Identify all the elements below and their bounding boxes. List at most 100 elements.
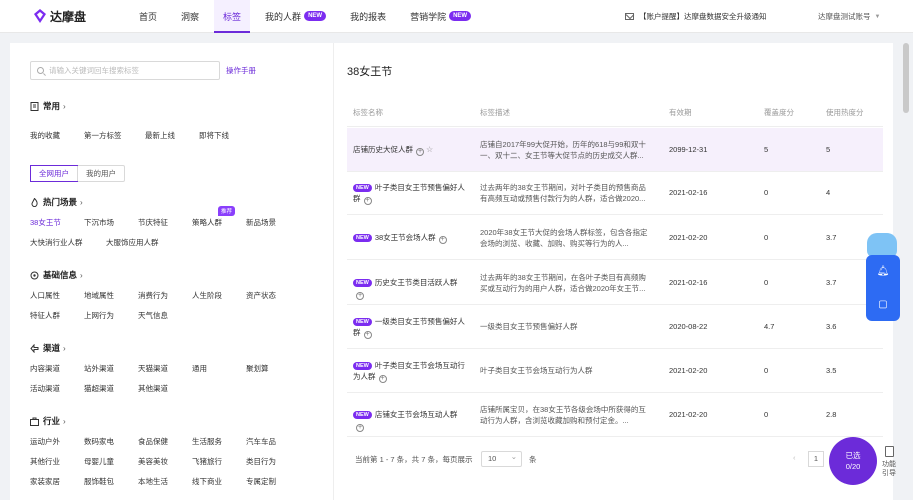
tag-item[interactable]: 即将下线 xyxy=(199,130,241,141)
tag-item[interactable]: 第一方标签 xyxy=(84,130,133,141)
tag-item[interactable]: 大快消行业人群 xyxy=(30,237,94,248)
page-1-button[interactable]: 1 xyxy=(808,451,824,467)
assistant-robot-icon[interactable] xyxy=(867,233,897,257)
main-nav: 首页 洞察 标签 我的人群 NEW 我的报表 营销学院 NEW xyxy=(130,0,486,33)
tag-item[interactable]: 新品场景 xyxy=(246,217,288,228)
add-icon[interactable]: + xyxy=(416,148,424,156)
bell-icon[interactable]: 🔔︎ xyxy=(877,266,890,277)
tag-item[interactable]: 母婴儿童 xyxy=(84,456,126,467)
tag-item[interactable]: 人生阶段 xyxy=(192,290,234,301)
table-row[interactable]: NEW 历史女王节类目活跃人群 + 过去两年的38女王节期间，在各叶子类目有高频购买或… xyxy=(347,261,883,305)
tag-item[interactable]: 站外渠道 xyxy=(84,363,126,374)
tag-item[interactable]: 美容美妆 xyxy=(138,456,180,467)
document-icon xyxy=(884,446,894,457)
tag-item[interactable]: 策略人群 推荐 xyxy=(192,206,236,228)
tag-search-input[interactable]: 请输入关键词回车搜索标签 xyxy=(30,61,220,80)
tag-item[interactable]: 人口属性 xyxy=(30,290,72,301)
basic-title[interactable]: 基础信息 › xyxy=(30,269,288,281)
tag-item[interactable]: 活动渠道 xyxy=(30,383,72,394)
nav-item-1[interactable]: 洞察 xyxy=(172,0,208,33)
tag-desc: 过去两年的38女王节期间，在各叶子类目有高频购买或互动行为的用户人群，适合做20… xyxy=(480,273,646,293)
prev-page-button[interactable]: ‹ xyxy=(793,453,796,462)
scope-all-users[interactable]: 全网用户 xyxy=(30,165,78,182)
tag-item[interactable]: 内容渠道 xyxy=(30,363,72,374)
tag-item[interactable]: 其他渠道 xyxy=(138,383,180,394)
tag-name-cell: NEW 历史女王节类目活跃人群 + xyxy=(353,277,468,300)
tag-item[interactable]: 汽车车品 xyxy=(246,436,288,447)
pagination: 当前第 1 - 7 条，共 7 条，每页展示 10 条 ‹ 1 xyxy=(347,450,883,469)
add-icon[interactable]: + xyxy=(378,375,387,383)
hot-title[interactable]: 热门场景 › xyxy=(30,196,288,208)
tag-desc: 过去两年的38女王节期间，对叶子类目的预售商品有高频互动或预售付款行为的人群，适… xyxy=(480,183,646,203)
tag-item[interactable]: 数码家电 xyxy=(84,436,126,447)
tag-item[interactable]: 线下商业 xyxy=(192,476,234,487)
tag-name-cell: NEW 38女王节会场人群 + xyxy=(353,232,468,244)
table-row[interactable]: NEW 一级类目女王节预售偏好人群 + 一级类目女王节预售偏好人群 2020-08-22… xyxy=(347,305,883,349)
add-icon[interactable]: + xyxy=(356,424,364,432)
security-notice[interactable]: 【账户提醒】达摩盘数据安全升级通知 xyxy=(625,0,767,33)
feature-guide-button[interactable]: 功能 引导 xyxy=(877,446,901,478)
tag-item[interactable]: 节庆特征 xyxy=(138,217,180,228)
channel-title[interactable]: 渠道 › xyxy=(30,342,288,354)
tag-name[interactable]: 历史女王节类目活跃人群 xyxy=(375,278,458,287)
nav-item-3[interactable]: 我的人群 NEW xyxy=(256,0,335,33)
chat-icon[interactable]: ▢ xyxy=(878,299,887,310)
tag-item[interactable]: 大服饰应用人群 xyxy=(106,237,170,248)
tag-item[interactable]: 消费行为 xyxy=(138,290,180,301)
tag-item[interactable]: 最新上线 xyxy=(145,130,187,141)
tag-item[interactable]: 家装家居 xyxy=(30,476,72,487)
nav-item-5[interactable]: 营销学院 NEW xyxy=(401,0,480,33)
tag-item[interactable]: 资产状态 xyxy=(246,290,288,301)
add-icon[interactable]: + xyxy=(363,331,372,339)
tag-item[interactable]: 运动户外 xyxy=(30,436,72,447)
tag-name[interactable]: 38女王节会场人群 xyxy=(375,233,436,242)
tag-item[interactable]: 生活服务 xyxy=(192,436,234,447)
add-icon[interactable]: + xyxy=(363,197,372,205)
tag-name[interactable]: 店铺女王节会场互动人群 xyxy=(375,410,458,419)
scope-my-users[interactable]: 我的用户 xyxy=(77,166,124,181)
brand-logo[interactable]: 达摩盘 xyxy=(34,8,130,25)
table-row[interactable]: NEW 叶子类目女王节预售偏好人群 + 过去两年的38女王节期间，对叶子类目的预售商品… xyxy=(347,171,883,215)
new-badge: NEW xyxy=(353,279,372,287)
industry-title[interactable]: 行业 › xyxy=(30,415,288,427)
add-icon[interactable]: + xyxy=(356,292,364,300)
tag-item[interactable]: 上网行为 xyxy=(84,310,126,321)
tag-item[interactable]: 本地生活 xyxy=(138,476,180,487)
tag-name-cell: NEW 叶子类目女王节会场互动行为人群 + xyxy=(353,360,468,383)
tag-item[interactable]: 聚划算 xyxy=(246,363,288,374)
tag-item[interactable]: 猫超渠道 xyxy=(84,383,126,394)
manual-link[interactable]: 操作手册 xyxy=(226,65,256,76)
add-icon[interactable]: + xyxy=(438,236,447,244)
nav-item-0[interactable]: 首页 xyxy=(130,0,166,33)
table-row[interactable]: NEW 店铺女王节会场互动人群 + 店铺所属宝贝，在38女王节各级会场中所获得的互动行… xyxy=(347,393,883,437)
tag-item[interactable]: 天猫渠道 xyxy=(138,363,180,374)
tag-item[interactable]: 飞猪旅行 xyxy=(192,456,234,467)
tag-item[interactable]: 天气信息 xyxy=(138,310,180,321)
table-row[interactable]: NEW 叶子类目女王节会场互动行为人群 + 叶子类目女王节会场互动行为人群 2021-0… xyxy=(347,349,883,393)
star-icon[interactable]: ☆ xyxy=(426,145,433,154)
tag-item[interactable]: 特征人群 xyxy=(30,310,72,321)
tag-item[interactable]: 下沉市场 xyxy=(84,217,126,228)
tag-item[interactable]: 服饰鞋包 xyxy=(84,476,126,487)
tag-item[interactable]: 通用 xyxy=(192,363,234,374)
tag-item[interactable]: 食品保健 xyxy=(138,436,180,447)
table-row[interactable]: 店铺历史大促人群 + ☆ 店铺自2017年99大促开始，历年的618与99和双十一、双… xyxy=(347,128,883,172)
selected-counter-button[interactable]: 已选 0/20 xyxy=(829,437,877,485)
tag-item[interactable]: 地域属性 xyxy=(84,290,126,301)
brand-name: 达摩盘 xyxy=(50,9,87,24)
nav-item-2[interactable]: 标签 xyxy=(214,0,251,33)
tag-item[interactable]: 专属定制 xyxy=(246,476,288,487)
page-size-select[interactable]: 10 xyxy=(481,450,522,467)
nav-item-4[interactable]: 我的报表 xyxy=(341,0,395,33)
table-row[interactable]: NEW 38女王节会场人群 +2020年38女王节大促的会场人群标签，包含各指定会场… xyxy=(347,216,883,260)
tag-item[interactable]: 其他行业 xyxy=(30,456,72,467)
tag-heat: 2.8 xyxy=(826,410,837,419)
account-menu[interactable]: 达摩盘测试账号 ▼ xyxy=(818,0,880,33)
tag-item[interactable]: 38女王节 xyxy=(30,217,72,228)
tag-name-cell: NEW 一级类目女王节预售偏好人群 + xyxy=(353,316,468,339)
page-scrollbar[interactable] xyxy=(903,43,909,113)
tag-name[interactable]: 店铺历史大促人群 xyxy=(353,145,413,154)
tag-item[interactable]: 类目行为 xyxy=(246,456,288,467)
common-title[interactable]: 常用 › xyxy=(30,100,241,112)
tag-item[interactable]: 我的收藏 xyxy=(30,130,72,141)
